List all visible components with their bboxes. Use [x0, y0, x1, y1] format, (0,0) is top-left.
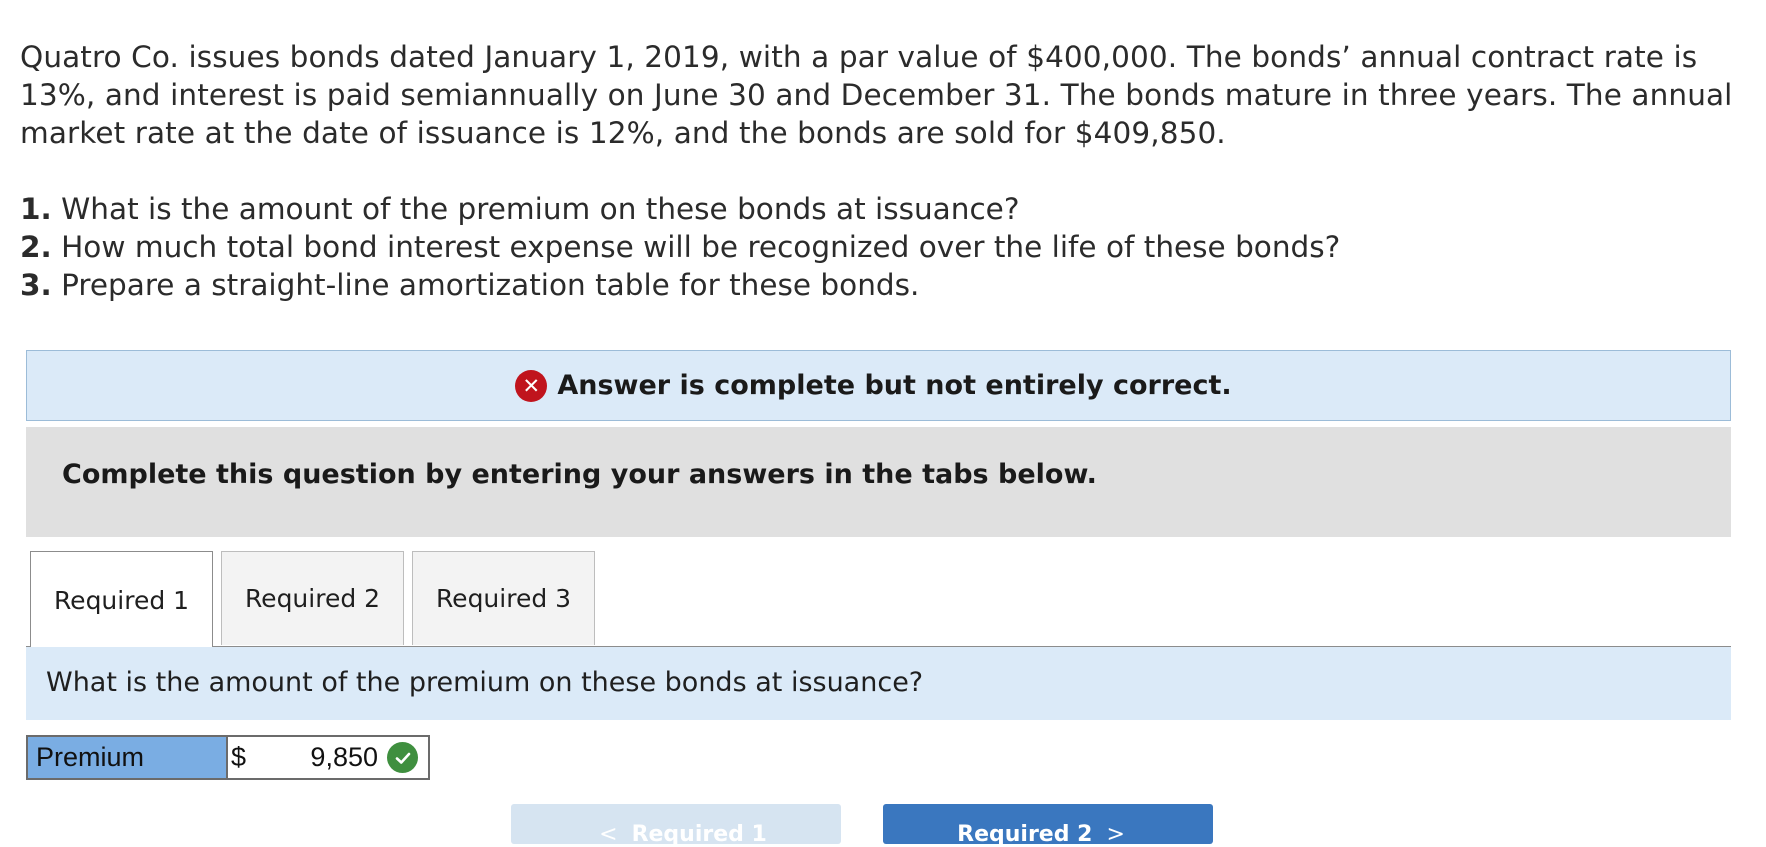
- question-item: 3. Prepare a straight-line amortization …: [20, 266, 1750, 304]
- instructions-panel: Complete this question by entering your …: [26, 427, 1731, 537]
- question-number: 1.: [20, 192, 52, 226]
- problem-text: Quatro Co. issues bonds dated January 1,…: [20, 40, 1733, 150]
- instructions-text: Complete this question by entering your …: [62, 459, 1097, 490]
- question-text: Prepare a straight-line amortization tab…: [61, 268, 920, 302]
- previous-button[interactable]: < Required 1: [511, 804, 841, 847]
- premium-value: 9,850: [310, 742, 378, 772]
- question-text: How much total bond interest expense wil…: [61, 230, 1341, 264]
- problem-statement: Quatro Co. issues bonds dated January 1,…: [20, 38, 1750, 152]
- tab-required-1[interactable]: Required 1: [30, 551, 213, 648]
- question-text: What is the amount of the premium on the…: [61, 192, 1020, 226]
- prompt-text: What is the amount of the premium on the…: [46, 667, 924, 698]
- tab-required-2[interactable]: Required 2: [221, 551, 404, 645]
- question-item: 1. What is the amount of the premium on …: [20, 190, 1750, 228]
- tab-bar: Required 1 Required 2 Required 3: [26, 551, 1731, 648]
- tab-required-3[interactable]: Required 3: [412, 551, 595, 645]
- previous-button-label: Required 1: [631, 822, 767, 847]
- question-list: 1. What is the amount of the premium on …: [20, 190, 1750, 304]
- premium-label: Premium: [28, 737, 228, 778]
- check-circle-icon: [387, 742, 418, 773]
- chevron-right-icon: >: [1106, 822, 1125, 847]
- premium-answer-row: Premium $ 9,850: [26, 735, 430, 780]
- x-circle-icon: ✕: [515, 369, 548, 402]
- question-number: 3.: [20, 268, 52, 302]
- next-button[interactable]: Required 2 >: [883, 804, 1213, 847]
- feedback-banner: ✕ Answer is complete but not entirely co…: [26, 350, 1731, 421]
- question-prompt: What is the amount of the premium on the…: [26, 647, 1731, 720]
- chevron-left-icon: <: [599, 822, 618, 847]
- next-button-label: Required 2: [957, 822, 1093, 847]
- feedback-message: Answer is complete but not entirely corr…: [557, 370, 1232, 401]
- premium-input[interactable]: $ 9,850: [228, 737, 428, 778]
- question-item: 2. How much total bond interest expense …: [20, 228, 1750, 266]
- question-number: 2.: [20, 230, 52, 264]
- currency-symbol: $: [231, 742, 247, 772]
